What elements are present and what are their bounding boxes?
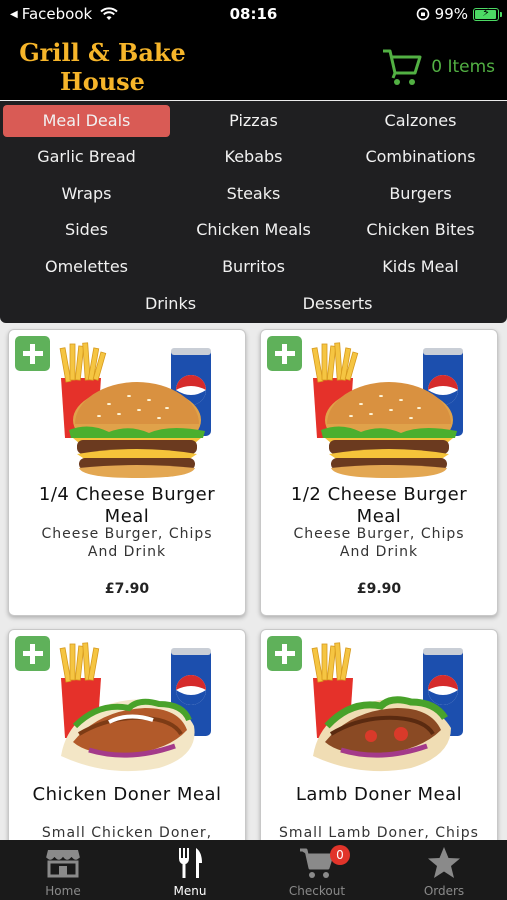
cart-items-label: 0 Items <box>431 57 495 77</box>
tab-label: Orders <box>423 884 465 898</box>
add-to-cart-button[interactable] <box>15 636 50 671</box>
restaurant-logo[interactable]: Grill & Bake House <box>10 38 195 96</box>
product-description: Cheese Burger, Chips And Drink <box>19 525 235 561</box>
category-pizzas[interactable]: Pizzas <box>170 105 337 137</box>
add-to-cart-button[interactable] <box>15 336 50 371</box>
cart-icon <box>383 49 422 85</box>
product-price: £7.90 <box>104 581 150 597</box>
category-burgers[interactable]: Burgers <box>337 178 504 210</box>
category-combinations[interactable]: Combinations <box>337 141 504 173</box>
category-calzones[interactable]: Calzones <box>337 105 504 137</box>
product-description: Cheese Burger, Chips And Drink <box>271 525 487 561</box>
orientation-lock-icon <box>416 7 429 21</box>
tab-label: Home <box>45 884 81 898</box>
logo-line-2: House <box>60 67 145 96</box>
add-to-cart-button[interactable] <box>267 636 302 671</box>
category-steaks[interactable]: Steaks <box>170 178 337 210</box>
status-right: 99% ⚡ <box>416 5 502 23</box>
doner-meal-image <box>311 642 463 772</box>
tab-label: Checkout <box>288 884 346 898</box>
logo-line-1: Grill & Bake <box>19 38 186 67</box>
category-wraps[interactable]: Wraps <box>3 178 170 210</box>
product-card[interactable]: 1/4 Cheese Burger Meal Cheese Burger, Ch… <box>8 329 246 616</box>
app-header: Grill & Bake House 0 Items <box>0 30 507 100</box>
doner-meal-image <box>59 642 211 772</box>
star-icon <box>428 847 460 878</box>
category-sides[interactable]: Sides <box>3 214 170 246</box>
tab-orders[interactable]: Orders <box>381 840 507 900</box>
tab-home[interactable]: Home <box>0 840 126 900</box>
product-description-line-2: And Drink <box>87 544 167 560</box>
cart-summary[interactable]: 0 Items <box>381 46 495 88</box>
category-drinks[interactable]: Drinks <box>87 288 254 320</box>
app-screen: ◀ Facebook 08:16 99% ⚡ Grill & Bake Hous… <box>0 0 507 900</box>
category-garlic-bread[interactable]: Garlic Bread <box>3 141 170 173</box>
category-kids-meal[interactable]: Kids Meal <box>337 251 504 283</box>
product-description-line-1: Cheese Burger, Chips <box>41 526 213 542</box>
tab-label: Menu <box>173 884 207 898</box>
category-chicken-bites[interactable]: Chicken Bites <box>337 214 504 246</box>
tab-menu[interactable]: Menu <box>127 840 253 900</box>
bottom-tab-bar: Home Menu 0 Checkout Orders <box>0 840 507 900</box>
product-title: Lamb Doner Meal <box>295 784 463 805</box>
store-icon <box>45 850 81 878</box>
product-card[interactable]: Lamb Doner Meal Small Lamb Doner, Chips <box>260 629 498 869</box>
category-menu: Meal Deals Pizzas Calzones Garlic Bread … <box>0 101 507 323</box>
product-title-line-1: 1/2 Cheese Burger <box>290 484 468 505</box>
category-burritos[interactable]: Burritos <box>170 251 337 283</box>
checkout-count-badge: 0 <box>330 845 350 865</box>
burger-meal-image <box>311 342 463 478</box>
category-chicken-meals[interactable]: Chicken Meals <box>170 214 337 246</box>
product-description-line-1: Cheese Burger, Chips <box>293 526 465 542</box>
tab-checkout[interactable]: 0 Checkout <box>254 840 380 900</box>
battery-percent: 99% <box>434 5 468 23</box>
charging-icon: ⚡ <box>482 5 490 19</box>
product-title: Chicken Doner Meal <box>32 784 222 805</box>
category-omelettes[interactable]: Omelettes <box>3 251 170 283</box>
product-title: 1/2 Cheese Burger Meal <box>269 484 489 528</box>
add-to-cart-button[interactable] <box>267 336 302 371</box>
fork-knife-icon <box>179 848 202 878</box>
product-price: £9.90 <box>356 581 402 597</box>
category-meal-deals[interactable]: Meal Deals <box>3 105 170 137</box>
product-title-line-1: 1/4 Cheese Burger <box>38 484 216 505</box>
product-title: 1/4 Cheese Burger Meal <box>17 484 237 528</box>
product-description-line-2: And Drink <box>339 544 419 560</box>
category-desserts[interactable]: Desserts <box>254 288 421 320</box>
product-card[interactable]: Chicken Doner Meal Small Chicken Doner, <box>8 629 246 869</box>
product-card[interactable]: 1/2 Cheese Burger Meal Cheese Burger, Ch… <box>260 329 498 616</box>
burger-meal-image <box>59 342 211 478</box>
status-bar: ◀ Facebook 08:16 99% ⚡ <box>0 0 507 30</box>
battery-icon: ⚡ <box>473 5 502 21</box>
category-kebabs[interactable]: Kebabs <box>170 141 337 173</box>
